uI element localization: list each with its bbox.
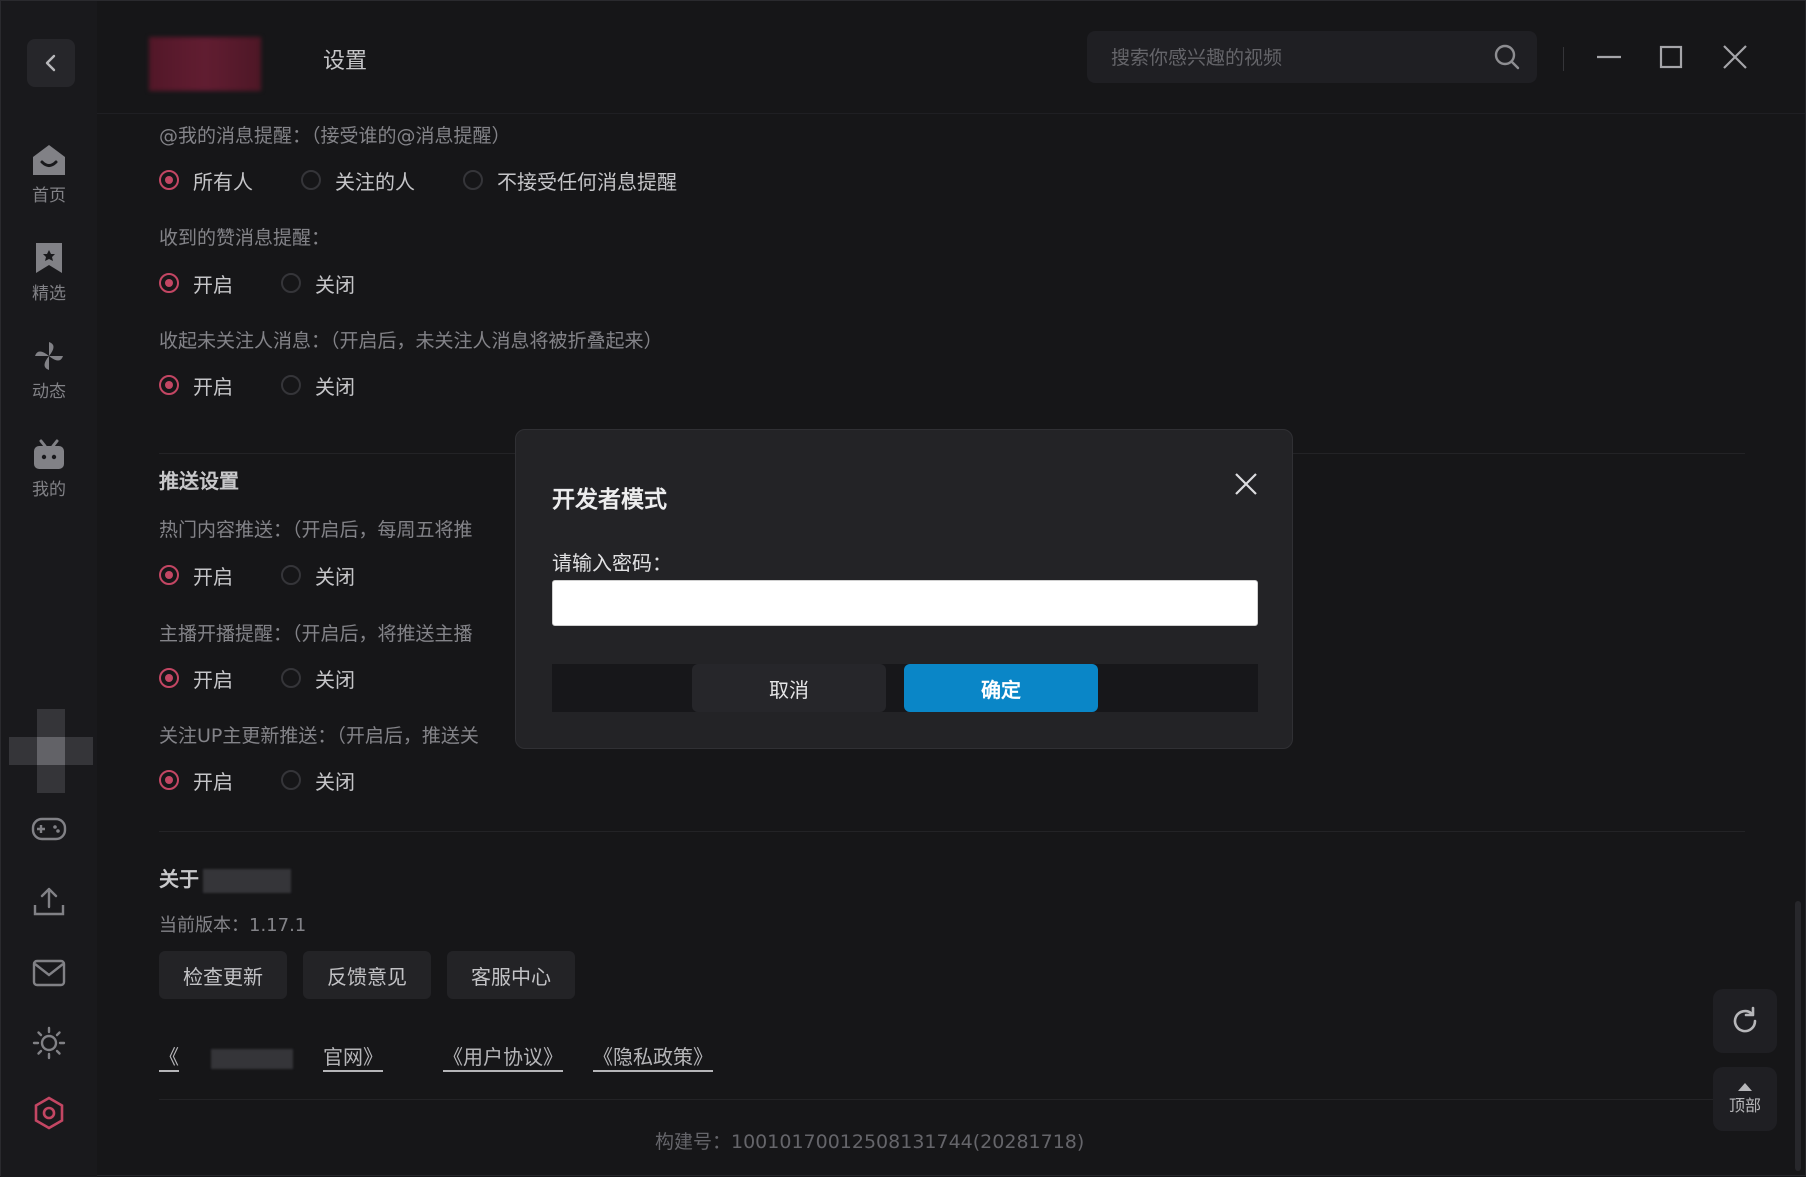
developer-mode-dialog: 开发者模式 请输入密码： 取消 确定 <box>515 429 1293 749</box>
close-icon <box>1235 473 1257 495</box>
password-input[interactable] <box>552 580 1258 626</box>
dialog-actions: 取消 确定 <box>552 664 1258 712</box>
dialog-title: 开发者模式 <box>552 487 667 513</box>
password-label: 请输入密码： <box>552 551 672 575</box>
dialog-close-button[interactable] <box>1228 466 1264 502</box>
app-window: 首页 精选 动态 我的 设置 搜索你感兴趣的视频 @我的消息提醒：（接受谁的@消… <box>0 0 1806 1177</box>
confirm-button[interactable]: 确定 <box>904 664 1098 712</box>
cancel-button[interactable]: 取消 <box>692 664 886 712</box>
